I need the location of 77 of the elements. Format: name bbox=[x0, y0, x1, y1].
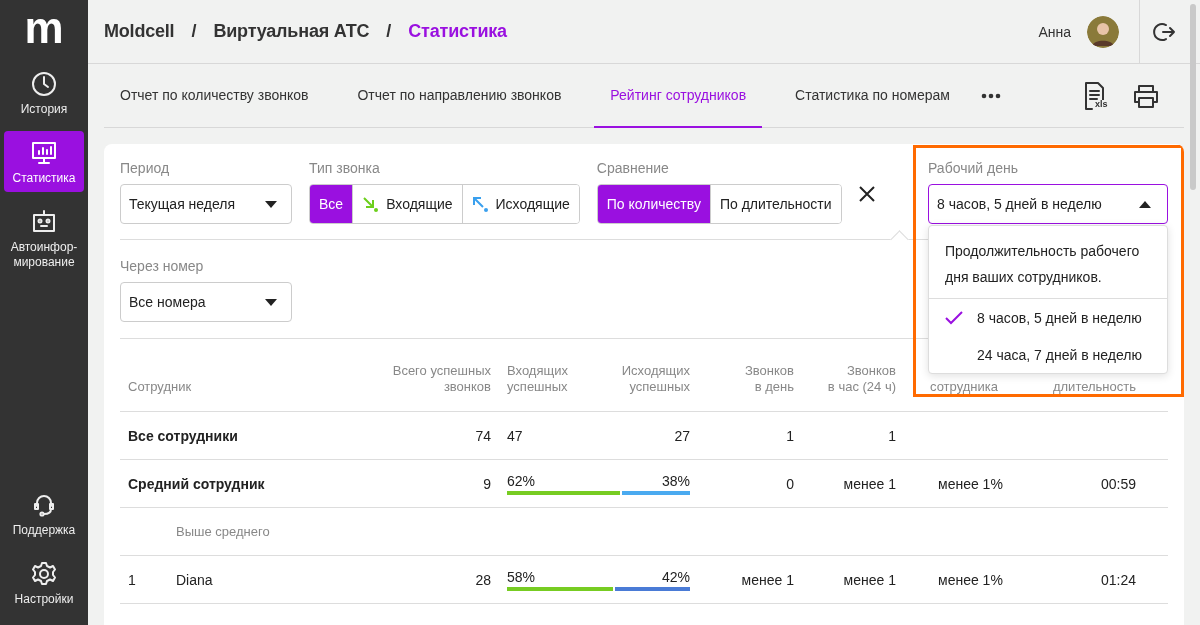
clock-icon bbox=[30, 70, 58, 98]
table-cell: 62% bbox=[507, 472, 536, 489]
table-cell-text: 01:24 bbox=[1099, 571, 1137, 588]
column-header: Звонков в день bbox=[744, 363, 795, 395]
breadcrumb-separator: / bbox=[386, 21, 392, 42]
incoming-arrow-icon bbox=[362, 196, 379, 212]
gear-icon bbox=[30, 560, 58, 588]
caret-down-icon bbox=[265, 200, 277, 208]
table-cell-text: менее 1 bbox=[842, 475, 897, 492]
column-header: Звонков в час (24 ч) bbox=[826, 363, 897, 395]
nav-item[interactable]: Автоинфор-мирование bbox=[4, 200, 84, 276]
column-header: сотрудника bbox=[930, 379, 999, 395]
comparison-option[interactable]: По длительности bbox=[709, 185, 841, 223]
table-cell-text: 28 bbox=[474, 571, 492, 588]
user-name: Анна bbox=[1038, 23, 1071, 40]
more-icon[interactable] bbox=[980, 92, 1001, 99]
table-cell-text: менее 1 bbox=[842, 571, 897, 588]
close-icon[interactable] bbox=[858, 186, 875, 202]
column-header: Всего успешных звонков bbox=[391, 363, 492, 395]
work-day-dropdown[interactable]: 8 часов, 5 дней в неделю bbox=[928, 184, 1168, 224]
table-cell-text: Все сотрудники bbox=[127, 427, 239, 444]
column-header: Исходящих успешных bbox=[621, 363, 690, 395]
column-header: Сотрудник bbox=[127, 379, 193, 395]
nav-item[interactable]: Настройки bbox=[4, 552, 84, 613]
table-cell-text: 74 bbox=[474, 427, 492, 444]
table-cell: 58% bbox=[507, 568, 536, 585]
table-cell-text: менее 1 bbox=[740, 571, 795, 588]
avatar-icon[interactable] bbox=[1087, 15, 1119, 48]
export-xls-button[interactable]: xls bbox=[1082, 64, 1108, 127]
table-cell: 27 bbox=[674, 427, 690, 444]
table-cell-text: менее 1% bbox=[937, 475, 1004, 492]
breadcrumb-separator: / bbox=[191, 21, 197, 42]
column-header: длительность bbox=[1051, 379, 1137, 395]
table-cell: 47 bbox=[507, 427, 523, 444]
nav-item[interactable]: Поддержка bbox=[4, 483, 84, 544]
field-label: Период bbox=[120, 160, 171, 178]
field-label: Рабочий день bbox=[928, 160, 1019, 178]
nav-item[interactable]: История bbox=[4, 62, 84, 123]
breadcrumb-link[interactable]: Статистика bbox=[408, 21, 507, 42]
tab[interactable]: Отчет по количеству звонков bbox=[104, 64, 325, 128]
tab[interactable]: Рейтинг сотрудников bbox=[594, 64, 763, 128]
scrollbar-thumb[interactable] bbox=[1190, 4, 1196, 190]
caret-up-icon bbox=[1139, 200, 1151, 208]
number-dropdown[interactable]: Все номера bbox=[120, 282, 292, 322]
field-label: Тип звонка bbox=[309, 160, 381, 178]
table-cell-text: 0 bbox=[785, 475, 795, 492]
table-cell: 42% bbox=[661, 568, 690, 585]
tab[interactable]: Отчет по направлению звонков bbox=[341, 64, 578, 128]
menu-option[interactable]: 24 часа, 7 дней в неделю bbox=[929, 336, 1167, 373]
table-cell-text: Средний сотрудник bbox=[127, 475, 266, 492]
chart-monitor-icon bbox=[30, 139, 58, 167]
column-header: Входящих успешных bbox=[507, 363, 568, 395]
comparison-option[interactable]: По количеству bbox=[597, 185, 710, 223]
table-cell-text: 1 bbox=[785, 427, 795, 444]
logo[interactable]: m bbox=[24, 6, 64, 50]
breadcrumb-link[interactable]: Виртуальная АТС bbox=[213, 21, 370, 42]
period-dropdown[interactable]: Текущая неделя bbox=[120, 184, 292, 224]
call-type-option[interactable]: Исходящие bbox=[461, 185, 579, 223]
table-cell-text: 1 bbox=[887, 427, 897, 444]
breadcrumb-link[interactable]: Moldcell bbox=[104, 21, 175, 42]
nav-item[interactable]: Статистика bbox=[4, 131, 84, 192]
field-label: Через номер bbox=[120, 258, 205, 276]
table-cell-text: 9 bbox=[482, 475, 492, 492]
table-cell-text: Выше среднего bbox=[175, 524, 271, 539]
printer-icon[interactable] bbox=[1132, 82, 1160, 109]
table-cell-text: Diana bbox=[175, 571, 214, 588]
table-cell: 38% bbox=[661, 472, 690, 489]
menu-hint: Продолжительность рабочего дня ваших сотрудников. bbox=[929, 226, 1167, 299]
field-label: Сравнение bbox=[596, 160, 670, 178]
call-type-option[interactable]: Все bbox=[310, 185, 353, 223]
tab[interactable]: Статистика по номерам bbox=[779, 64, 966, 128]
table-cell-text: 00:59 bbox=[1099, 475, 1137, 492]
table-cell-text: 1 bbox=[127, 571, 137, 588]
outgoing-arrow-icon bbox=[471, 196, 488, 212]
caret-down-icon bbox=[265, 298, 277, 306]
menu-option[interactable]: 8 часов, 5 дней в неделю bbox=[929, 299, 1167, 336]
table-cell-text: менее 1% bbox=[937, 571, 1004, 588]
